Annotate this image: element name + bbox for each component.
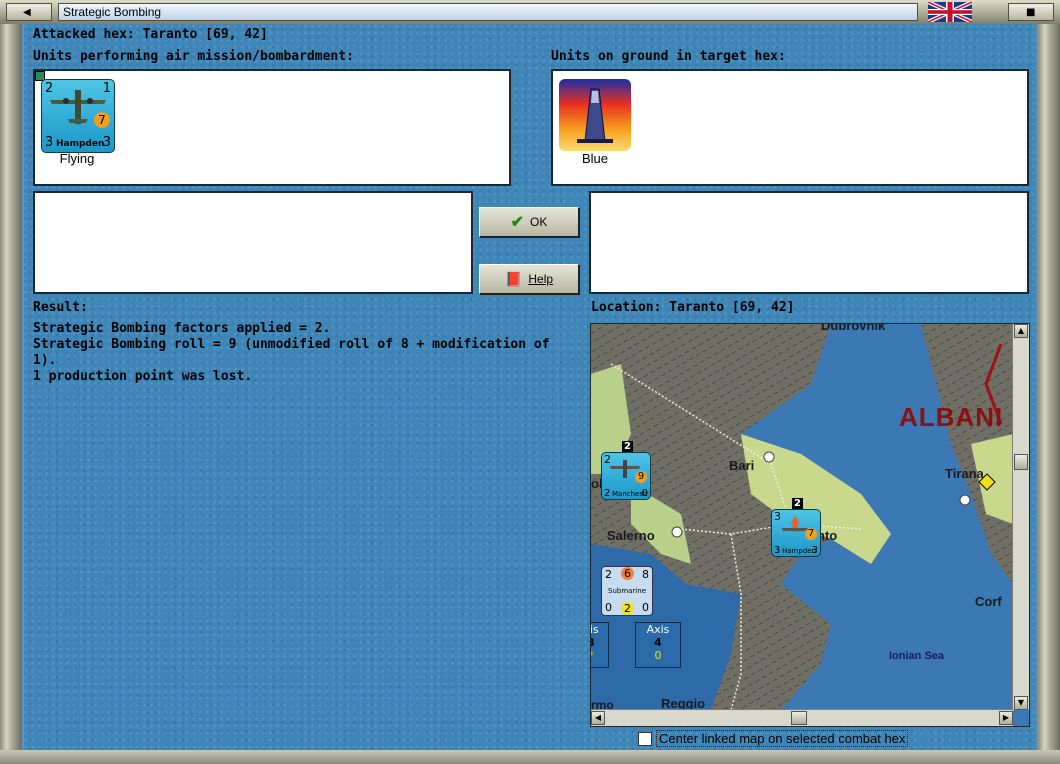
result-text: Strategic Bombing factors applied = 2. S… — [33, 321, 573, 385]
result-label: Result: — [33, 300, 88, 315]
map-label-corfu: Corf — [975, 594, 1002, 609]
result-line: Strategic Bombing factors applied = 2. — [33, 321, 331, 336]
air-units-list[interactable]: 2 1 3 3 Hampden 7 Flying — [33, 69, 511, 186]
unit-caption: Flying — [59, 151, 95, 166]
unit-name: Hampden — [56, 139, 105, 149]
result-line: Strategic Bombing roll = 9 (unmodified r… — [33, 337, 550, 368]
axis-box-partial: xis 3 * — [591, 622, 609, 668]
center-linked-map-checkbox[interactable] — [638, 731, 652, 746]
scroll-left-icon[interactable]: ◀ — [591, 711, 605, 725]
map-vertical-scrollbar[interactable]: ▲ ▼ — [1012, 324, 1029, 710]
map-unit-hampden[interactable]: 2 3 7 3 Hampden 3 — [771, 498, 821, 557]
unit-badge: 7 — [94, 112, 110, 128]
window-frame-bottom — [0, 750, 1060, 764]
air-details-box — [33, 191, 473, 294]
ok-button[interactable]: ✔ OK — [479, 207, 579, 237]
result-line: 1 production point was lost. — [33, 369, 253, 384]
window-menu-button[interactable]: ◀ — [6, 3, 52, 21]
map-horizontal-scrollbar[interactable]: ◀ ▶ — [591, 709, 1013, 726]
scroll-right-icon[interactable]: ▶ — [999, 711, 1013, 725]
ground-unit-caption: Blue — [581, 151, 609, 166]
chevron-left-icon: ◀ — [23, 7, 31, 18]
title-bar: ◀ Strategic Bombing ■ — [0, 0, 1060, 24]
checkmark-icon: ✔ — [510, 214, 525, 231]
center-linked-map-row[interactable]: Center linked map on selected combat hex — [638, 730, 909, 747]
window-frame-left — [0, 24, 22, 750]
close-button[interactable]: ■ — [1008, 3, 1054, 21]
axis-box: Axis 4 0 — [635, 622, 681, 668]
help-button[interactable]: 📕 Help — [479, 264, 579, 294]
window-title: Strategic Bombing — [58, 3, 918, 21]
help-book-icon: 📕 — [504, 270, 523, 287]
unit-counter-hampden[interactable]: 2 1 3 3 Hampden 7 — [41, 79, 115, 153]
air-units-label: Units performing air mission/bombardment… — [33, 49, 354, 64]
uk-flag-icon — [928, 2, 972, 22]
map-label-albania: ALBANI — [899, 402, 1004, 432]
scroll-up-icon[interactable]: ▲ — [1014, 324, 1028, 338]
ground-units-list[interactable]: Blue — [551, 69, 1029, 186]
map-unit-submarine[interactable]: 2 6 8 Submarine 0 2 0 — [601, 566, 653, 616]
ground-units-label: Units on ground in target hex: — [551, 49, 786, 64]
map-unit-manchester[interactable]: 2 2 9 2 Manchestr 0 — [601, 441, 651, 500]
scroll-down-icon[interactable]: ▼ — [1014, 696, 1028, 710]
close-icon: ■ — [1026, 7, 1036, 18]
location-map[interactable]: Dubrovnik ALBANI Bari Tirana ol Salerno … — [590, 323, 1030, 727]
dialog-content: Attacked hex: Taranto [69, 42] Units per… — [24, 24, 1036, 750]
location-label: Location: Taranto [69, 42] — [591, 300, 795, 315]
center-linked-map-label[interactable]: Center linked map on selected combat hex — [656, 730, 909, 747]
map-label-tirana: Tirana — [945, 466, 984, 481]
map-label-ionian-sea: Ionian Sea — [889, 650, 945, 662]
map-label-partial-top: Dubrovnik — [821, 323, 886, 333]
scroll-thumb-vertical[interactable] — [1014, 454, 1028, 470]
scroll-thumb-horizontal[interactable] — [791, 711, 807, 725]
window-frame-right — [1038, 24, 1060, 750]
target-factory-icon[interactable] — [559, 79, 631, 151]
map-label-bari: Bari — [729, 458, 755, 473]
attacked-hex-label: Attacked hex: Taranto [69, 42] — [33, 27, 268, 42]
map-label-salerno: Salerno — [607, 528, 655, 543]
ground-details-box — [589, 191, 1029, 294]
